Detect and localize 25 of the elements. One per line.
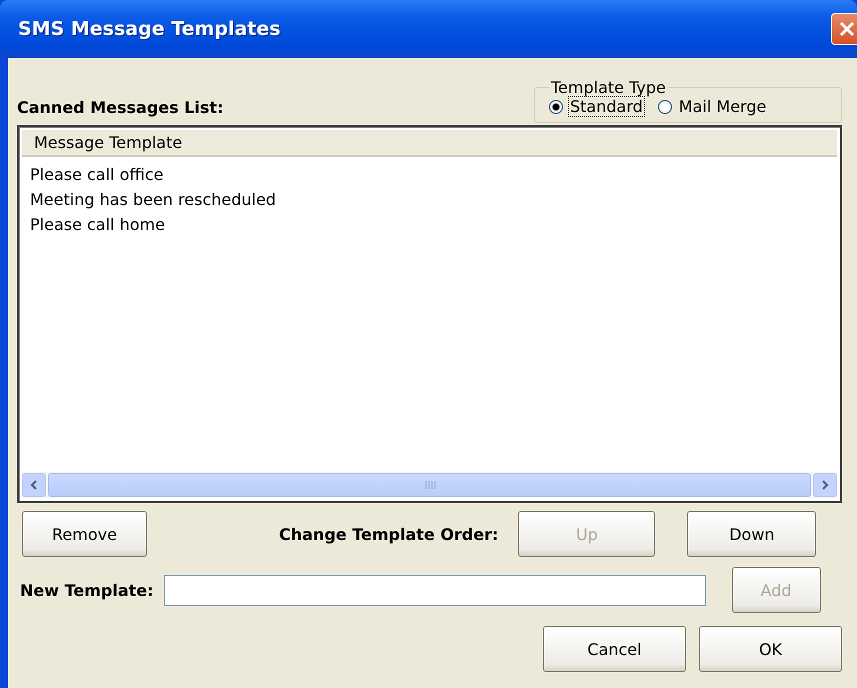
radio-button[interactable] [549,100,563,114]
radio-button[interactable] [658,100,672,114]
scroll-left-button[interactable] [22,473,46,497]
radio-option[interactable]: Standard [549,97,644,116]
new-template-label: New Template: [20,580,154,600]
list-item[interactable]: Meeting has been rescheduled [30,187,837,212]
scroll-right-button[interactable] [813,473,837,497]
dialog-button[interactable]: Cancel [543,626,686,672]
close-icon [838,20,856,38]
dialog-button[interactable]: OK [699,626,842,672]
column-header[interactable]: Message Template [22,130,837,157]
chevron-left-icon [29,479,39,491]
close-button[interactable] [831,13,857,45]
window-title: SMS Message Templates [18,18,281,40]
remove-button[interactable]: Remove [22,511,147,557]
new-template-field[interactable] [164,574,706,606]
group-legend: Template Type [549,78,668,97]
grip-icon [424,480,436,490]
list-label: Canned Messages List: [17,98,224,117]
list-item[interactable]: Please call office [30,162,837,187]
list-item[interactable]: Please call home [30,212,837,237]
chevron-right-icon [820,479,830,491]
radio-option[interactable]: Mail Merge [658,97,768,116]
down-button[interactable]: Down [687,511,816,557]
order-label: Change Template Order: [279,524,498,544]
